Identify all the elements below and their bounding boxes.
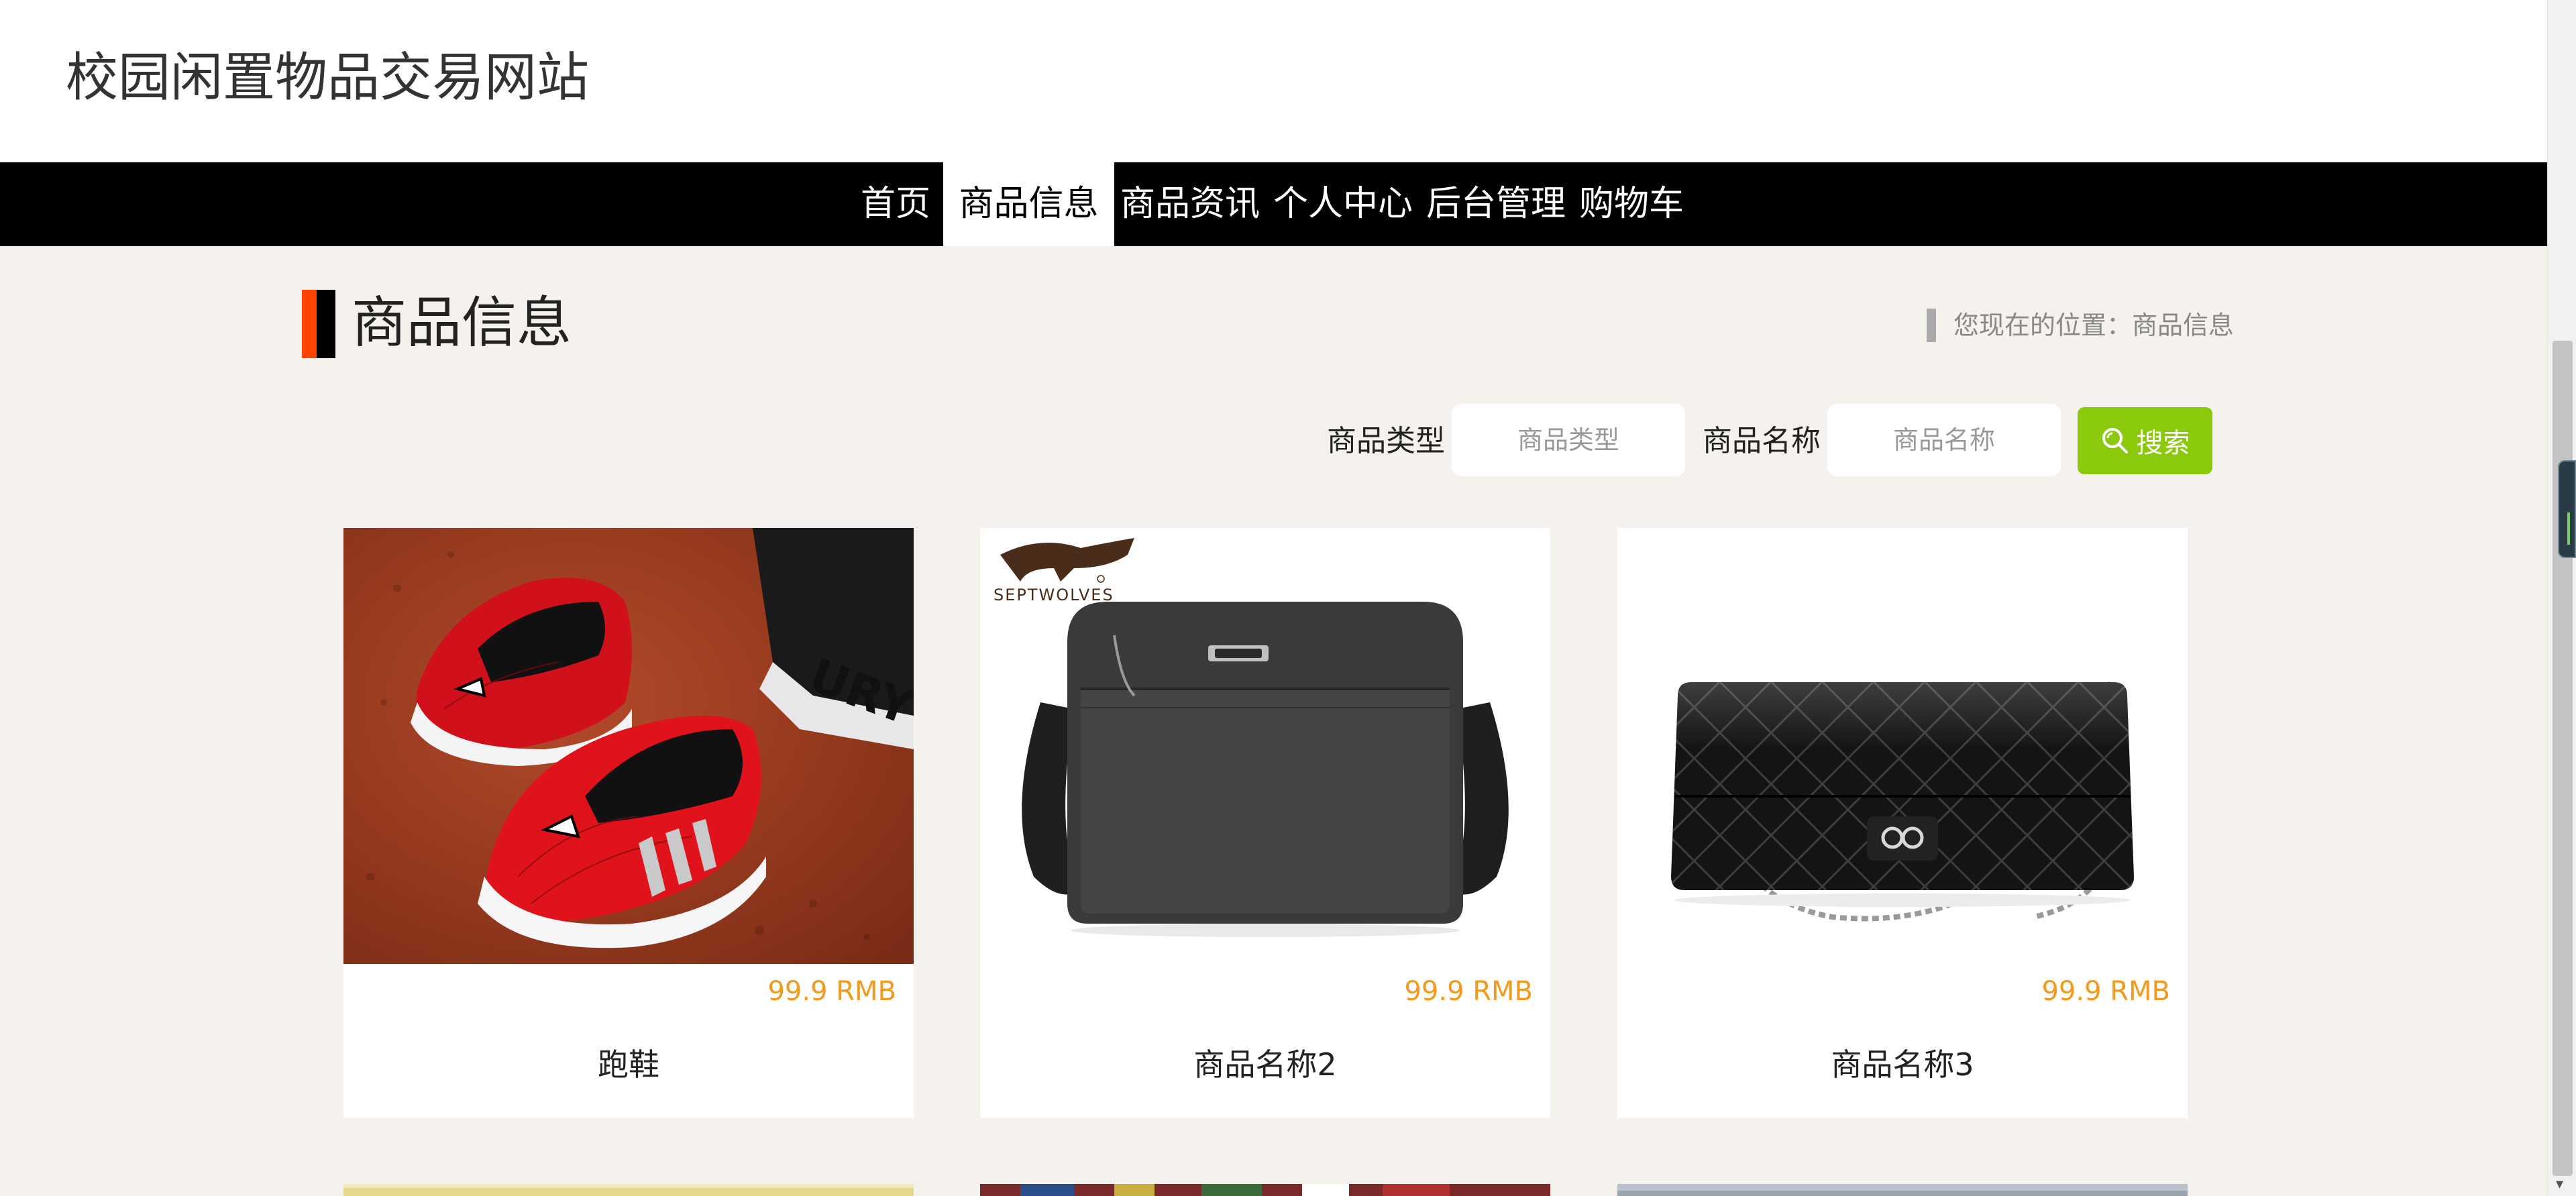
product-card[interactable]: URY 99.9 RMB [343,528,914,1118]
nav-item-profile[interactable]: 个人中心 [1272,162,1414,246]
product-price: 99.9 RMB [1404,976,1533,1007]
search-button-label: 搜索 [2136,428,2190,459]
section-accent-bar [302,290,317,358]
page: 校园闲置物品交易网站 首页 商品信息 商品资讯 个人中心 后台管理 购物车 商品… [0,0,2576,1196]
product-type-label: 商品类型 [1327,424,1445,458]
product-image-bag[interactable]: SEPTWOLVES [980,528,1550,964]
side-widget-indicator [2567,512,2570,545]
breadcrumb-marker [1927,309,1936,342]
product-name-input[interactable] [1827,404,2061,476]
brand-logo-text: SEPTWOLVES [994,586,1114,604]
product-name[interactable]: 商品名称2 [980,1043,1550,1086]
product-card-partial[interactable] [343,1184,914,1196]
product-image-handbag[interactable] [1617,528,2188,964]
product-name[interactable]: 商品名称3 [1617,1043,2188,1086]
search-icon [2100,426,2130,455]
section-title: 商品信息 [352,291,572,355]
product-name[interactable]: 跑鞋 [343,1043,914,1086]
site-title[interactable]: 校园闲置物品交易网站 [66,43,589,113]
product-card[interactable]: 99.9 RMB [1617,528,2188,1118]
nav-item-products[interactable]: 商品信息 [943,162,1114,246]
product-name-label: 商品名称 [1703,424,1821,458]
nav-item-home[interactable]: 首页 [857,162,934,246]
nav-item-cart[interactable]: 购物车 [1578,162,1685,246]
product-price: 99.9 RMB [767,976,896,1007]
search-button[interactable]: 搜索 [2078,407,2212,474]
scroll-down-icon[interactable]: ▾ [2556,1177,2563,1192]
product-card[interactable]: SEPTWOLVES 99.9 RMB [980,528,1550,1118]
main-nav: 首页 商品信息 商品资讯 个人中心 后台管理 购物车 [0,162,2547,246]
product-type-input[interactable] [1452,404,1685,476]
side-widget-tab[interactable] [2558,460,2576,558]
product-image-sneakers[interactable]: URY [343,528,914,964]
nav-item-admin[interactable]: 后台管理 [1425,162,1567,246]
site-header: 校园闲置物品交易网站 [0,0,2547,162]
vertical-scrollbar[interactable]: ▾ [2547,0,2576,1196]
product-card-partial[interactable] [1617,1184,2188,1196]
nav-item-news[interactable]: 商品资讯 [1119,162,1261,246]
product-price: 99.9 RMB [2041,976,2170,1007]
breadcrumb: 您现在的位置：商品信息 [1953,311,2235,340]
product-card-partial[interactable] [980,1184,1550,1196]
section-accent-bar-dark [317,290,335,358]
